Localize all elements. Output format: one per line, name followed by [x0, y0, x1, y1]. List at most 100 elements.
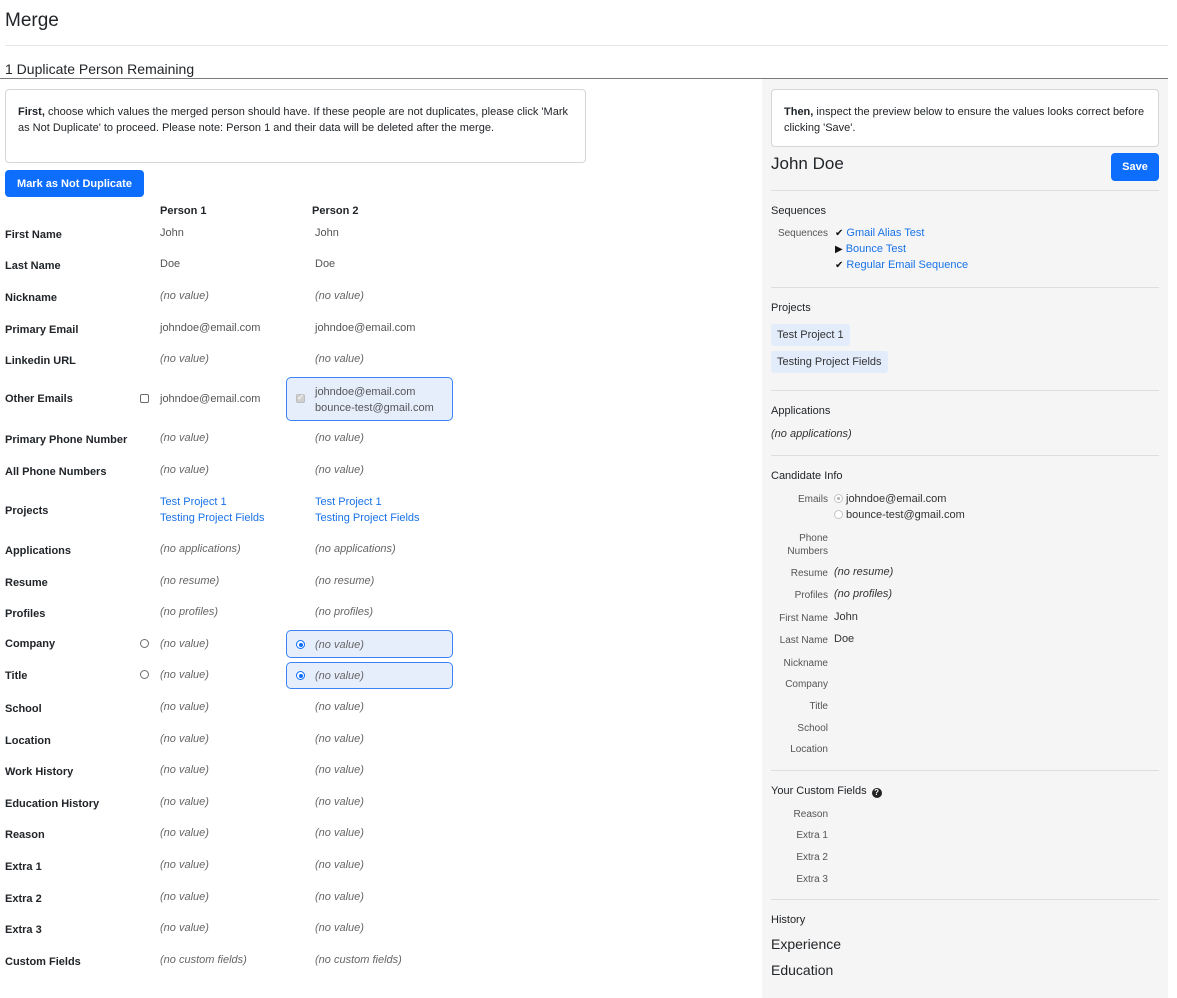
person-2-value: (no value)	[315, 859, 364, 871]
row-custom-fields: Custom Fields (no custom fields) (no cus…	[0, 952, 760, 972]
education-heading: Education	[771, 962, 834, 978]
sequence-item: ▶ Bounce Test	[835, 243, 906, 255]
email-value: johndoe@email.com	[846, 493, 947, 505]
field-label: Linkedin URL	[5, 355, 76, 367]
play-icon: ▶	[835, 244, 843, 255]
row-resume: Resume (no resume) (no resume)	[0, 573, 760, 593]
row-school: School (no value) (no value)	[0, 699, 760, 719]
email-radio[interactable]	[834, 494, 843, 503]
field-label: Extra 3	[5, 924, 42, 936]
project-link[interactable]: Test Project 1	[160, 494, 265, 510]
field-label: Custom Fields	[5, 956, 81, 968]
school-label: School	[797, 723, 828, 734]
row-work-history: Work History (no value) (no value)	[0, 762, 760, 782]
person-1-value: John	[160, 227, 184, 239]
project-tag[interactable]: Testing Project Fields	[771, 351, 888, 373]
sequence-link[interactable]: Regular Email Sequence	[846, 259, 968, 271]
person-2-value: (no value)	[315, 733, 364, 745]
extra-3-label: Extra 3	[796, 874, 828, 885]
phone-label-line-2: Numbers	[787, 546, 828, 557]
page-title: Merge	[5, 10, 59, 31]
email-option: bounce-test@gmail.com	[834, 509, 965, 521]
person-2-email-1: johndoe@email.com	[315, 386, 416, 398]
person-1-title-radio[interactable]	[140, 670, 149, 679]
field-label: Extra 1	[5, 861, 42, 873]
preview-instructions: Then, inspect the preview below to ensur…	[771, 89, 1159, 147]
row-linkedin-url: Linkedin URL (no value) (no value)	[0, 351, 760, 371]
person-2-selected-box[interactable]: (no value)	[286, 630, 453, 658]
person-2-value: (no value)	[315, 353, 364, 365]
field-label: Title	[5, 669, 28, 682]
person-2-value: (no resume)	[315, 575, 375, 587]
field-label: School	[5, 703, 42, 715]
field-label: Work History	[5, 766, 74, 778]
title-divider	[5, 45, 1168, 46]
location-label: Location	[790, 744, 828, 755]
person-1-value: (no custom fields)	[160, 954, 247, 966]
person-2-company-radio[interactable]	[296, 640, 305, 649]
resume-label: Resume	[790, 568, 828, 579]
field-label: Primary Email	[5, 324, 79, 336]
sequence-link[interactable]: Bounce Test	[846, 243, 906, 255]
instructions-lead: First,	[18, 106, 45, 118]
person-2-selected-box[interactable]: johndoe@email.com bounce-test@gmail.com	[286, 377, 453, 421]
extra-1-label: Extra 1	[796, 830, 828, 841]
reason-label: Reason	[793, 809, 828, 820]
person-2-email-2: bounce-test@gmail.com	[315, 402, 434, 414]
row-extra-1: Extra 1 (no value) (no value)	[0, 857, 760, 877]
field-label: Extra 2	[5, 893, 42, 905]
field-label: Reason	[5, 829, 45, 841]
extra-2-label: Extra 2	[796, 852, 828, 863]
person-1-value: (no resume)	[160, 575, 220, 587]
sequence-link[interactable]: Gmail Alias Test	[846, 227, 924, 239]
person-2-title-radio[interactable]	[296, 671, 305, 680]
person-1-value: (no applications)	[160, 543, 241, 555]
row-applications: Applications (no applications) (no appli…	[0, 541, 760, 561]
preview-person-name: John Doe	[771, 154, 844, 173]
nickname-label: Nickname	[783, 658, 828, 669]
project-link[interactable]: Test Project 1	[315, 494, 420, 510]
field-label: First Name	[5, 229, 62, 241]
sequences-label: Sequences	[777, 228, 828, 239]
field-label: All Phone Numbers	[5, 466, 107, 478]
person-1-value: johndoe@email.com	[160, 393, 261, 405]
project-link[interactable]: Testing Project Fields	[315, 510, 420, 526]
field-label: Location	[5, 735, 51, 747]
profiles-label: Profiles	[794, 590, 828, 601]
resume-value: (no resume)	[834, 566, 894, 578]
person-2-selected-box[interactable]: (no value)	[286, 662, 453, 689]
person-2-value: (no value)	[315, 290, 364, 302]
person-1-company-radio[interactable]	[140, 639, 149, 648]
person-1-value: (no value)	[160, 733, 209, 745]
person-1-value: (no value)	[160, 922, 209, 934]
row-first-name: First Name John John	[0, 225, 760, 245]
company-label: Company	[785, 679, 828, 690]
person-1-value: (no value)	[160, 464, 209, 476]
row-projects: Projects Test Project 1 Testing Project …	[0, 494, 760, 528]
person-2-email-checkbox[interactable]	[296, 392, 305, 403]
email-radio[interactable]	[834, 510, 843, 519]
person-2-value: (no profiles)	[315, 606, 374, 618]
person-2-value: (no value)	[315, 827, 364, 839]
row-extra-3: Extra 3 (no value) (no value)	[0, 920, 760, 940]
row-profiles: Profiles (no profiles) (no profiles)	[0, 604, 760, 624]
last-name-value: Doe	[834, 633, 855, 645]
person-1-email-checkbox[interactable]	[140, 394, 149, 403]
save-button[interactable]: Save	[1111, 153, 1159, 181]
field-label: Profiles	[5, 608, 46, 620]
history-title: History	[771, 914, 806, 926]
mark-not-duplicate-button[interactable]: Mark as Not Duplicate	[5, 170, 144, 197]
row-last-name: Last Name Doe Doe	[0, 256, 760, 276]
divider	[771, 455, 1159, 456]
email-option: johndoe@email.com	[834, 493, 946, 505]
check-icon: ✔	[835, 260, 844, 271]
person-2-value: (no value)	[315, 639, 364, 651]
remaining-count: 1 Duplicate Person Remaining	[5, 61, 195, 77]
project-link[interactable]: Testing Project Fields	[160, 510, 265, 526]
row-education-history: Education History (no value) (no value)	[0, 794, 760, 814]
project-tag[interactable]: Test Project 1	[771, 324, 850, 346]
divider	[771, 390, 1159, 391]
field-label: Last Name	[5, 260, 61, 272]
help-icon[interactable]: ?	[871, 788, 882, 798]
row-reason: Reason (no value) (no value)	[0, 825, 760, 845]
